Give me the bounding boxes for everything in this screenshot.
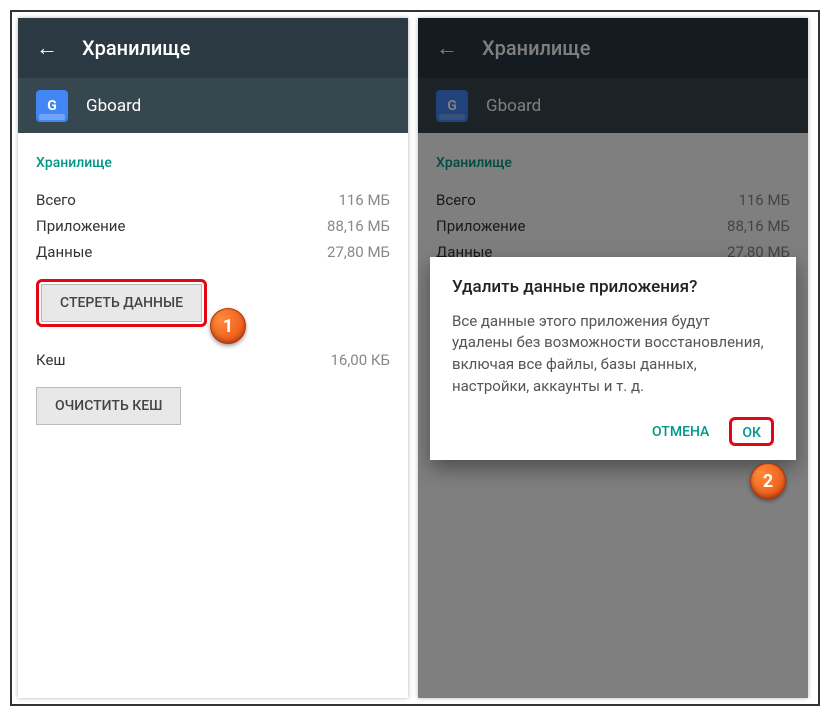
stat-total-value: 116 МБ — [338, 191, 390, 209]
stat-app: Приложение 88,16 МБ — [36, 213, 390, 239]
gboard-app-icon: G — [36, 90, 68, 122]
clear-cache-button[interactable]: ОЧИСТИТЬ КЕШ — [36, 387, 181, 425]
phone-left: ← Хранилище G Gboard Хранилище Всего 116… — [18, 18, 408, 698]
content-area: Хранилище Всего 116 МБ Приложение 88,16 … — [18, 133, 408, 451]
stat-data: Данные 27,80 МБ — [36, 239, 390, 265]
phone-right: ← Хранилище G Gboard Хранилище Всего 116… — [418, 18, 808, 698]
stat-total: Всего 116 МБ — [36, 187, 390, 213]
step-badge-2: 2 — [750, 463, 786, 499]
header-bar: ← Хранилище — [18, 18, 408, 78]
stat-app-value: 88,16 МБ — [327, 217, 390, 235]
dialog-overlay: Удалить данные приложения? Все данные эт… — [418, 18, 808, 698]
stat-app-label: Приложение — [36, 217, 125, 235]
page-title: Хранилище — [82, 36, 190, 60]
back-arrow-icon[interactable]: ← — [36, 35, 58, 61]
dialog-actions: ОТМЕНА ОК — [452, 416, 774, 448]
stat-total-label: Всего — [36, 191, 76, 209]
clear-data-highlight: СТЕРЕТЬ ДАННЫЕ — [36, 279, 207, 327]
dialog-cancel-button[interactable]: ОТМЕНА — [646, 416, 715, 448]
dialog-ok-button[interactable]: ОК — [736, 417, 767, 449]
clear-data-button[interactable]: СТЕРЕТЬ ДАННЫЕ — [41, 284, 202, 322]
confirm-dialog: Удалить данные приложения? Все данные эт… — [430, 257, 796, 460]
screenshots-container: ← Хранилище G Gboard Хранилище Всего 116… — [10, 10, 820, 706]
dialog-title: Удалить данные приложения? — [452, 277, 774, 297]
stat-cache-label: Кеш — [36, 351, 66, 369]
dialog-text: Все данные этого приложения будут удален… — [452, 311, 774, 398]
step-badge-1: 1 — [210, 308, 246, 344]
stat-cache-value: 16,00 КБ — [331, 351, 391, 369]
stat-data-label: Данные — [36, 243, 92, 261]
dialog-ok-highlight: ОК — [729, 417, 774, 446]
app-row: G Gboard — [18, 78, 408, 133]
stat-data-value: 27,80 МБ — [327, 243, 390, 261]
stat-cache: Кеш 16,00 КБ — [36, 347, 390, 373]
section-title: Хранилище — [36, 155, 390, 171]
app-name: Gboard — [86, 96, 141, 116]
